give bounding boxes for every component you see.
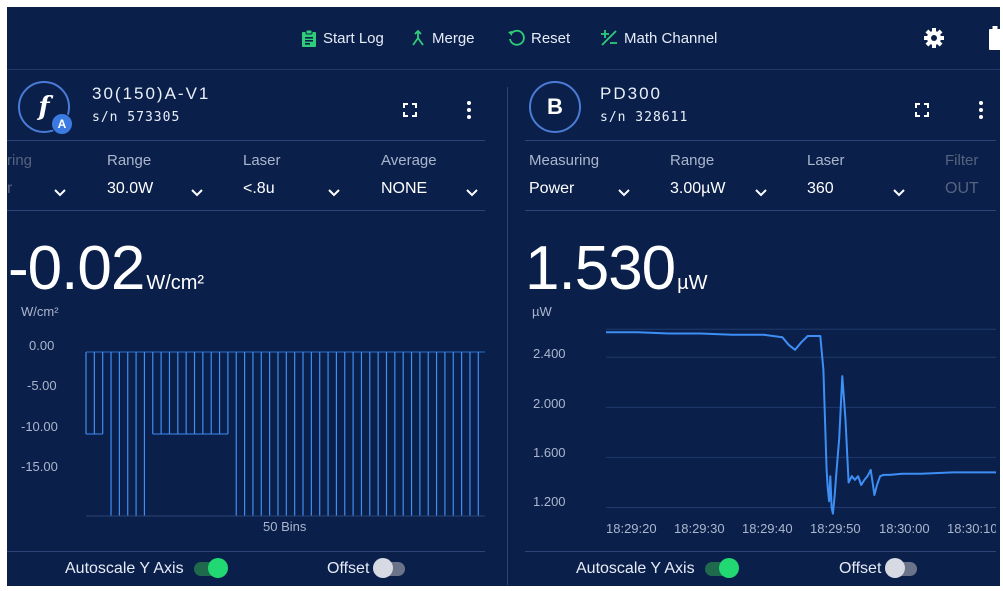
channel-b-panel: B PD300 s/n 328611 Measuring Power Range… — [518, 70, 996, 586]
histogram-chart — [85, 351, 485, 517]
start-log-label: Start Log — [323, 29, 384, 47]
autoscale-toggle[interactable] — [704, 558, 739, 578]
x-tick-label: 18:29:40 — [742, 521, 793, 536]
channel-a-panel: f A 30(150)A-V1 s/n 573305 ring r Range … — [7, 70, 485, 586]
offset-label: Offset — [327, 560, 370, 577]
math-channel-label: Math Channel — [624, 29, 718, 47]
toggle-knob — [373, 558, 394, 578]
autoscale-toggle-row[interactable]: Autoscale Y Axis — [65, 558, 228, 578]
autoscale-label: Autoscale Y Axis — [65, 560, 184, 577]
clipboard-icon — [301, 29, 317, 47]
toggle-knob — [207, 558, 228, 578]
power-series-line — [606, 331, 996, 515]
math-icon — [600, 29, 618, 47]
autoscale-label: Autoscale Y Axis — [576, 560, 695, 577]
x-tick-label: 18:30:10 — [947, 521, 996, 536]
autoscale-toggle-row[interactable]: Autoscale Y Axis — [576, 558, 739, 578]
x-tick-label: 18:29:30 — [674, 521, 725, 536]
footer-divider — [525, 551, 996, 552]
toggle-knob — [885, 558, 906, 578]
offset-toggle[interactable] — [885, 558, 918, 578]
merge-button[interactable]: Merge — [410, 25, 475, 51]
x-axis-caption: 50 Bins — [263, 519, 307, 534]
x-tick-label: 18:30:00 — [879, 521, 930, 536]
gear-icon[interactable] — [923, 27, 945, 54]
power-trend-chart — [606, 328, 996, 515]
offset-toggle[interactable] — [373, 558, 406, 578]
offset-label: Offset — [839, 560, 882, 577]
reset-button[interactable]: Reset — [507, 25, 570, 51]
autoscale-toggle[interactable] — [193, 558, 228, 578]
reset-label: Reset — [531, 29, 571, 47]
battery-icon — [989, 26, 1000, 55]
app-window: Start Log Merge Reset Math Channel f A 3… — [7, 7, 1000, 586]
math-channel-button[interactable]: Math Channel — [600, 25, 717, 51]
footer-divider — [7, 551, 485, 552]
top-toolbar: Start Log Merge Reset Math Channel — [7, 7, 1000, 70]
x-tick-label: 18:29:50 — [810, 521, 861, 536]
reset-icon — [507, 29, 525, 47]
x-tick-label: 18:29:20 — [606, 521, 657, 536]
merge-icon — [410, 29, 426, 47]
merge-label: Merge — [432, 29, 475, 47]
offset-toggle-row[interactable]: Offset — [327, 558, 406, 578]
toggle-knob — [718, 558, 739, 578]
offset-toggle-row[interactable]: Offset — [839, 558, 918, 578]
start-log-button[interactable]: Start Log — [301, 25, 384, 51]
panel-divider — [507, 87, 508, 585]
